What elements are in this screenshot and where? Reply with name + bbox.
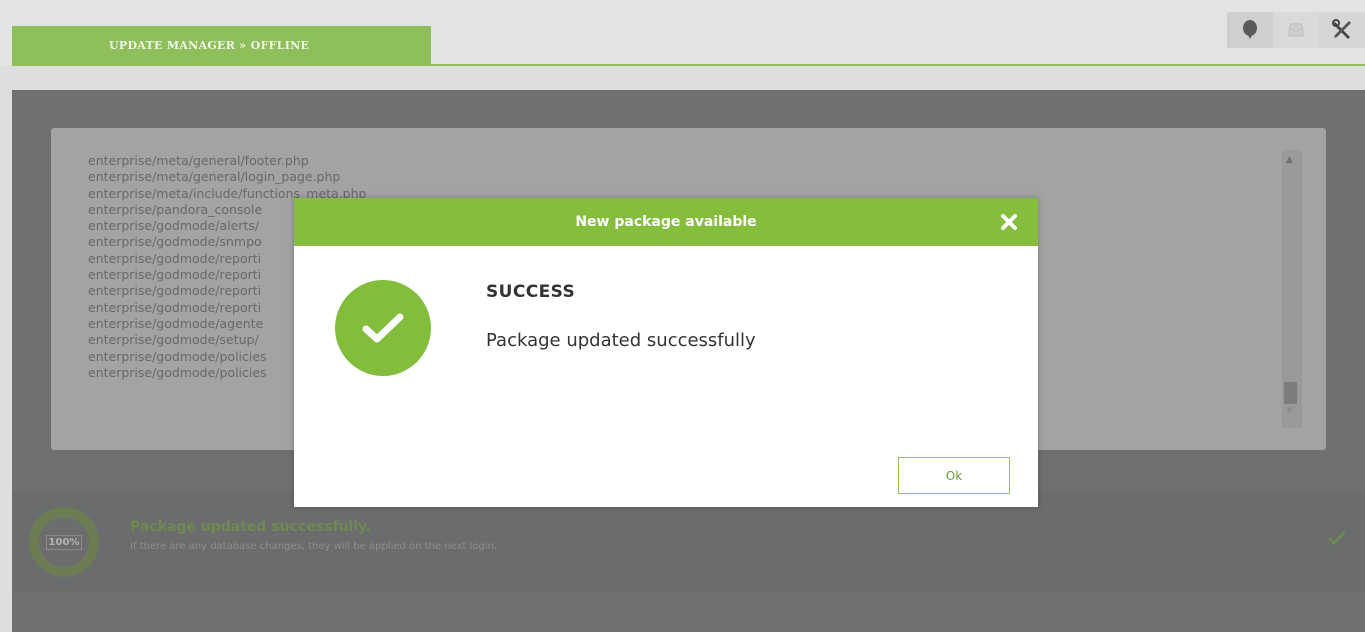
status-title: Package updated successfully.: [130, 519, 372, 535]
status-check-icon: [1328, 531, 1346, 545]
tab-update-manager-offline[interactable]: UPDATE MANAGER » OFFLINE: [12, 26, 431, 66]
log-line: enterprise/meta/general/footer.php: [88, 153, 309, 168]
scroll-up-arrow-icon[interactable]: ▲: [1286, 155, 1293, 165]
top-header: UPDATE MANAGER » OFFLINE: [0, 0, 1365, 66]
dialog-message: Package updated successfully: [486, 330, 756, 351]
settings-button[interactable]: [1319, 12, 1365, 48]
success-check-icon: [335, 280, 431, 376]
notifications-button[interactable]: [1227, 12, 1273, 48]
ok-button[interactable]: Ok: [898, 457, 1010, 494]
close-icon[interactable]: [1000, 213, 1018, 231]
success-dialog: New package available SUCCESS Package up…: [294, 198, 1038, 507]
tools-icon: [1332, 19, 1351, 39]
scroll-down-arrow-icon[interactable]: ▼: [1286, 406, 1293, 416]
log-line: enterprise/meta/general/login_page.php: [88, 169, 341, 185]
balloon-icon: [1243, 20, 1257, 39]
inbox-icon: [1288, 23, 1304, 37]
dialog-header: New package available: [294, 198, 1038, 246]
dialog-heading: SUCCESS: [486, 282, 576, 302]
header-toolbar: [1227, 12, 1365, 48]
progress-gauge: 100%: [29, 507, 99, 577]
scroll-thumb[interactable]: [1284, 382, 1297, 404]
header-divider: [12, 64, 1365, 66]
messages-button[interactable]: [1273, 12, 1319, 48]
status-subtitle: If there are any database changes, they …: [130, 541, 498, 552]
dialog-title: New package available: [575, 214, 757, 230]
progress-label: 100%: [45, 534, 83, 550]
